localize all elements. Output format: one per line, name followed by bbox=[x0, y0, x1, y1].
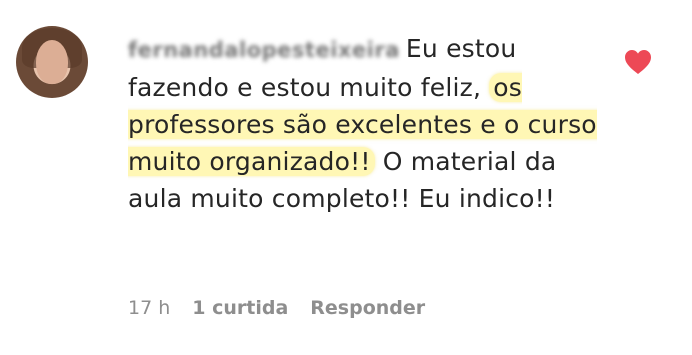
heart-icon-svg bbox=[625, 50, 651, 74]
comment-body: fernandalopesteixeira Eu estou fazendo e … bbox=[128, 30, 598, 217]
comment-username[interactable]: fernandalopesteixeira bbox=[128, 32, 400, 69]
avatar-face bbox=[36, 40, 68, 84]
comment-meta: 17 h 1 curtida Responder bbox=[128, 297, 425, 319]
comment-item: fernandalopesteixeira Eu estou fazendo e … bbox=[0, 0, 692, 355]
comment-likes-count[interactable]: 1 curtida bbox=[192, 297, 288, 319]
avatar[interactable] bbox=[16, 26, 88, 98]
heart-icon[interactable] bbox=[623, 48, 653, 76]
comment-timestamp[interactable]: 17 h bbox=[128, 297, 170, 319]
reply-button[interactable]: Responder bbox=[310, 297, 425, 319]
